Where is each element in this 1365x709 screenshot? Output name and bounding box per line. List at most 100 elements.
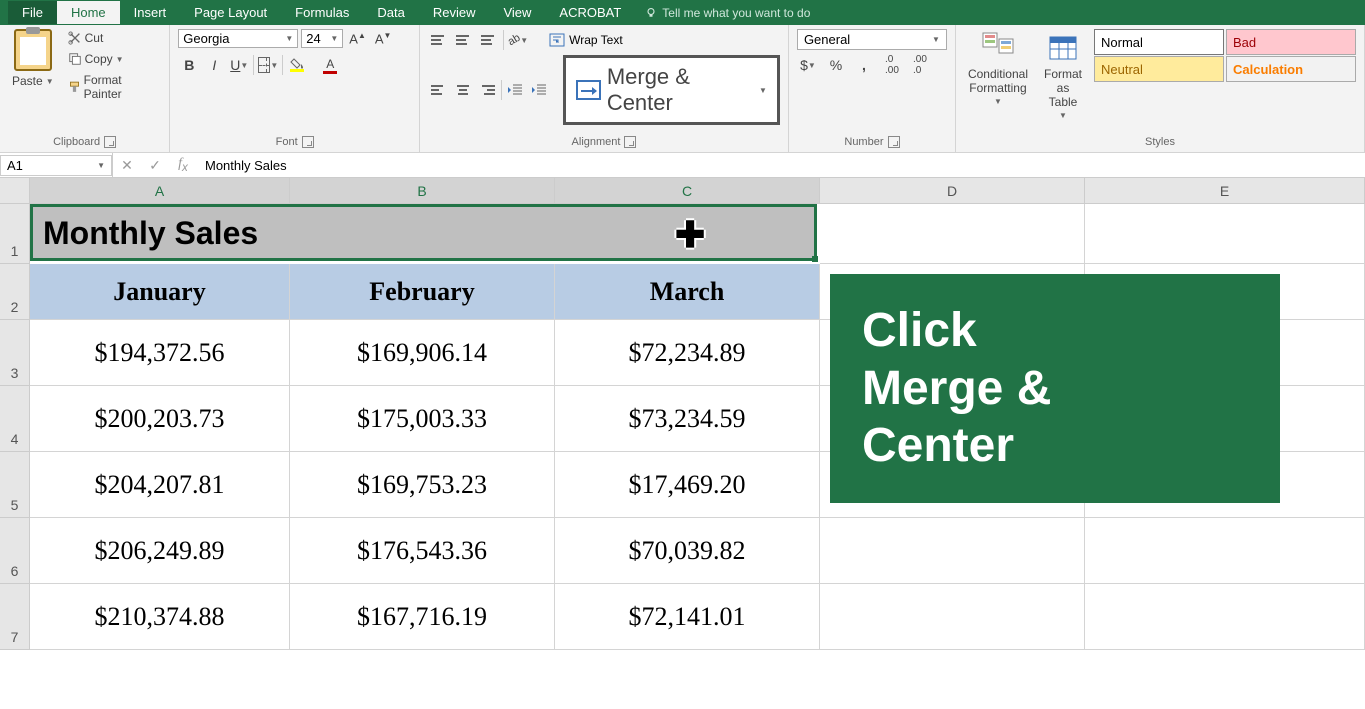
fill-color-button[interactable]: ▼ <box>286 54 308 76</box>
format-painter-button[interactable]: Format Painter <box>64 71 162 103</box>
column-header-a[interactable]: A <box>30 178 290 204</box>
alignment-launcher[interactable] <box>624 136 636 148</box>
cell-A5[interactable]: $204,207.81 <box>30 452 290 518</box>
align-left-button[interactable] <box>428 80 449 100</box>
row-header-5[interactable]: 5 <box>0 452 30 518</box>
accounting-format-button[interactable]: $ ▼ <box>797 54 819 76</box>
tab-view[interactable]: View <box>489 1 545 24</box>
cell-header-january[interactable]: January <box>30 264 290 320</box>
cell-style-normal[interactable]: Normal <box>1094 29 1224 55</box>
cell-D6[interactable] <box>820 518 1085 584</box>
tab-data[interactable]: Data <box>363 1 418 24</box>
font-color-button[interactable]: A ▼ <box>319 54 341 76</box>
row-header-4[interactable]: 4 <box>0 386 30 452</box>
cell-C5[interactable]: $17,469.20 <box>555 452 820 518</box>
cell-styles-gallery[interactable]: Normal Bad Neutral Calculation <box>1094 29 1356 122</box>
tab-page-layout[interactable]: Page Layout <box>180 1 281 24</box>
copy-button[interactable]: Copy ▼ <box>64 50 162 68</box>
cell-B5[interactable]: $169,753.23 <box>290 452 555 518</box>
cell-A4[interactable]: $200,203.73 <box>30 386 290 452</box>
align-right-button[interactable] <box>476 80 497 100</box>
increase-indent-button[interactable] <box>529 79 550 101</box>
cell-C6[interactable]: $70,039.82 <box>555 518 820 584</box>
cell-style-bad[interactable]: Bad <box>1226 29 1356 55</box>
cell-header-march[interactable]: March <box>555 264 820 320</box>
cell-C7[interactable]: $72,141.01 <box>555 584 820 650</box>
merge-center-button[interactable]: Merge & Center ▼ <box>563 55 780 125</box>
column-header-e[interactable]: E <box>1085 178 1365 204</box>
cell-B7[interactable]: $167,716.19 <box>290 584 555 650</box>
font-group-label: Font <box>276 136 298 148</box>
cell-B4[interactable]: $175,003.33 <box>290 386 555 452</box>
increase-font-button[interactable]: A▲ <box>346 31 369 46</box>
increase-decimal-button[interactable]: .0.00 <box>881 54 903 76</box>
comma-format-button[interactable]: , <box>853 54 875 76</box>
tab-review[interactable]: Review <box>419 1 490 24</box>
selection-handle[interactable] <box>812 256 818 262</box>
spreadsheet-grid: ABCDE 1234567 Monthly Sales ✚ JanuaryFeb… <box>0 178 1365 650</box>
cell-E7[interactable] <box>1085 584 1365 650</box>
underline-button[interactable]: U ▼ <box>228 54 250 76</box>
cell-C3[interactable]: $72,234.89 <box>555 320 820 386</box>
fx-button[interactable]: fx <box>169 154 197 177</box>
tell-me-search[interactable]: Tell me what you want to do <box>645 6 810 20</box>
percent-format-button[interactable]: % <box>825 54 847 76</box>
select-all-corner[interactable] <box>0 178 30 204</box>
row-header-7[interactable]: 7 <box>0 584 30 650</box>
row-header-3[interactable]: 3 <box>0 320 30 386</box>
number-launcher[interactable] <box>888 136 900 148</box>
column-header-c[interactable]: C <box>555 178 820 204</box>
cell-C4[interactable]: $73,234.59 <box>555 386 820 452</box>
tab-home[interactable]: Home <box>57 1 120 24</box>
formula-input[interactable]: Monthly Sales <box>197 156 1365 175</box>
tab-file[interactable]: File <box>8 1 57 24</box>
cell-B3[interactable]: $169,906.14 <box>290 320 555 386</box>
font-launcher[interactable] <box>302 136 314 148</box>
cell-A7[interactable]: $210,374.88 <box>30 584 290 650</box>
row-header-2[interactable]: 2 <box>0 264 30 320</box>
title-cell-text: Monthly Sales <box>43 215 258 251</box>
paste-button[interactable]: Paste ▼ <box>8 72 58 90</box>
tab-acrobat[interactable]: ACROBAT <box>545 1 635 24</box>
enter-formula-button[interactable]: ✓ <box>141 154 169 177</box>
cell-B6[interactable]: $176,543.36 <box>290 518 555 584</box>
font-name-select[interactable]: Georgia▼ <box>178 29 298 48</box>
cell-D7[interactable] <box>820 584 1085 650</box>
row-header-1[interactable]: 1 <box>0 204 30 264</box>
cell-E6[interactable] <box>1085 518 1365 584</box>
cancel-formula-button[interactable]: ✕ <box>113 154 141 177</box>
column-header-b[interactable]: B <box>290 178 555 204</box>
align-middle-button[interactable] <box>453 30 475 50</box>
decrease-indent-button[interactable] <box>505 79 526 101</box>
column-header-d[interactable]: D <box>820 178 1085 204</box>
decrease-font-button[interactable]: A▼ <box>372 31 395 46</box>
cell-A3[interactable]: $194,372.56 <box>30 320 290 386</box>
cell-style-neutral[interactable]: Neutral <box>1094 56 1224 82</box>
bold-button[interactable]: B <box>178 54 200 76</box>
wrap-text-button[interactable]: Wrap Text <box>549 33 623 47</box>
align-top-button[interactable] <box>428 30 450 50</box>
font-size-select[interactable]: 24▼ <box>301 29 343 48</box>
border-button[interactable]: ▼ <box>257 54 279 76</box>
italic-button[interactable]: I <box>203 54 225 76</box>
cell-header-february[interactable]: February <box>290 264 555 320</box>
clipboard-launcher[interactable] <box>104 136 116 148</box>
number-format-select[interactable]: General▼ <box>797 29 947 50</box>
align-center-button[interactable] <box>452 80 473 100</box>
cell-D1[interactable] <box>820 204 1085 264</box>
format-as-table-button[interactable]: Format as Table▼ <box>1040 29 1086 122</box>
cell-style-calculation[interactable]: Calculation <box>1226 56 1356 82</box>
tab-insert[interactable]: Insert <box>120 1 181 24</box>
cell-A6[interactable]: $206,249.89 <box>30 518 290 584</box>
conditional-formatting-button[interactable]: Conditional Formatting▼ <box>964 29 1032 122</box>
group-clipboard: Paste ▼ Cut Copy ▼ Format Painter Clipbo… <box>0 25 170 152</box>
name-box[interactable]: A1▼ <box>0 155 112 176</box>
align-bottom-button[interactable] <box>478 30 500 50</box>
tab-formulas[interactable]: Formulas <box>281 1 363 24</box>
row-header-6[interactable]: 6 <box>0 518 30 584</box>
orientation-button[interactable]: ab▼ <box>507 29 529 51</box>
decrease-decimal-button[interactable]: .00.0 <box>909 54 931 76</box>
border-icon <box>258 57 270 73</box>
cell-E1[interactable] <box>1085 204 1365 264</box>
cut-button[interactable]: Cut <box>64 29 162 47</box>
